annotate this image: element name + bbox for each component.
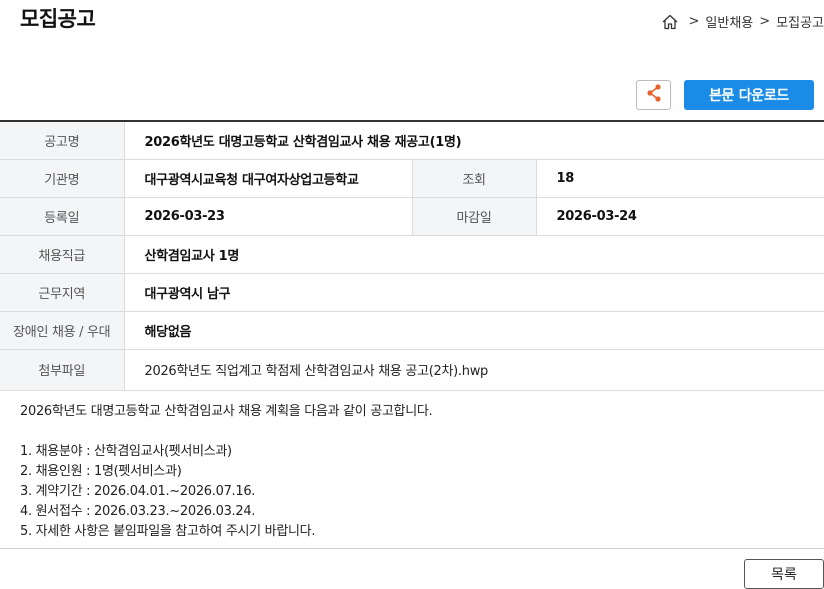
breadcrumb-item-recruitment[interactable]: 모집공고: [776, 12, 824, 31]
notice-line: 4. 원서접수 : 2026.03.23.~2026.03.24.: [20, 504, 256, 519]
region-label: 근무지역: [0, 273, 125, 312]
reg-date-value: 2026-03-23: [124, 197, 413, 236]
attachment-cell: 2026학년도 직업계고 학점제 산학겸임교사 채용 공고(2차).hwp: [124, 349, 824, 391]
deadline-value: 2026-03-24: [536, 197, 824, 236]
table-row: 근무지역 대구광역시 남구: [0, 273, 824, 312]
table-row: 채용직급 산학겸임교사 1명: [0, 235, 824, 274]
views-value: 18: [536, 159, 824, 198]
attachment-label: 첨부파일: [0, 349, 125, 391]
breadcrumb-separator: >: [759, 14, 771, 29]
breadcrumb-item-general-hiring[interactable]: 일반채용: [705, 12, 753, 31]
notice-intro: 2026학년도 대명고등학교 산학겸임교사 채용 계획을 다음과 같이 공고합니…: [20, 404, 433, 419]
breadcrumb-separator: >: [688, 14, 700, 29]
disability-value: 해당없음: [124, 311, 824, 350]
table-row: 기관명 대구광역시교육청 대구여자상업고등학교 조회 18: [0, 159, 824, 198]
org-label: 기관명: [0, 159, 125, 198]
page-title: 모집공고: [20, 7, 96, 31]
home-icon[interactable]: [661, 13, 679, 31]
notice-line: 3. 계약기간 : 2026.04.01.~2026.07.16.: [20, 484, 256, 499]
reg-date-label: 등록일: [0, 197, 125, 236]
share-button[interactable]: [636, 80, 671, 110]
table-row: 등록일 2026-03-23 마감일 2026-03-24: [0, 197, 824, 236]
table-row: 첨부파일 2026학년도 직업계고 학점제 산학겸임교사 채용 공고(2차).h…: [0, 349, 824, 391]
job-info-table: 공고명 2026학년도 대명고등학교 산학겸임교사 채용 재공고(1명) 기관명…: [0, 120, 824, 391]
notice-body: 2026학년도 대명고등학교 산학겸임교사 채용 계획을 다음과 같이 공고합니…: [20, 402, 800, 542]
title-value: 2026학년도 대명고등학교 산학겸임교사 채용 재공고(1명): [124, 121, 824, 160]
position-value: 산학겸임교사 1명: [124, 235, 824, 274]
notice-line: 2. 채용인원 : 1명(펫서비스과): [20, 464, 182, 479]
notice-line: 5. 자세한 사항은 붙임파일을 참고하여 주시기 바랍니다.: [20, 524, 316, 539]
share-icon: [645, 83, 663, 107]
divider: [0, 548, 824, 549]
notice-line: 1. 채용분야 : 산학겸임교사(펫서비스과): [20, 444, 232, 459]
region-value: 대구광역시 남구: [124, 273, 824, 312]
deadline-label: 마감일: [412, 197, 537, 236]
list-button[interactable]: 목록: [744, 559, 824, 589]
breadcrumb: > 일반채용 > 모집공고: [661, 12, 824, 31]
attachment-link[interactable]: 2026학년도 직업계고 학점제 산학겸임교사 채용 공고(2차).hwp: [145, 364, 489, 379]
table-row: 공고명 2026학년도 대명고등학교 산학겸임교사 채용 재공고(1명): [0, 121, 824, 160]
table-row: 장애인 채용 / 우대 해당없음: [0, 311, 824, 350]
disability-label: 장애인 채용 / 우대: [0, 311, 125, 350]
download-body-button[interactable]: 본문 다운로드: [684, 80, 814, 110]
position-label: 채용직급: [0, 235, 125, 274]
title-label: 공고명: [0, 121, 125, 160]
org-value: 대구광역시교육청 대구여자상업고등학교: [124, 159, 413, 198]
views-label: 조회: [412, 159, 537, 198]
